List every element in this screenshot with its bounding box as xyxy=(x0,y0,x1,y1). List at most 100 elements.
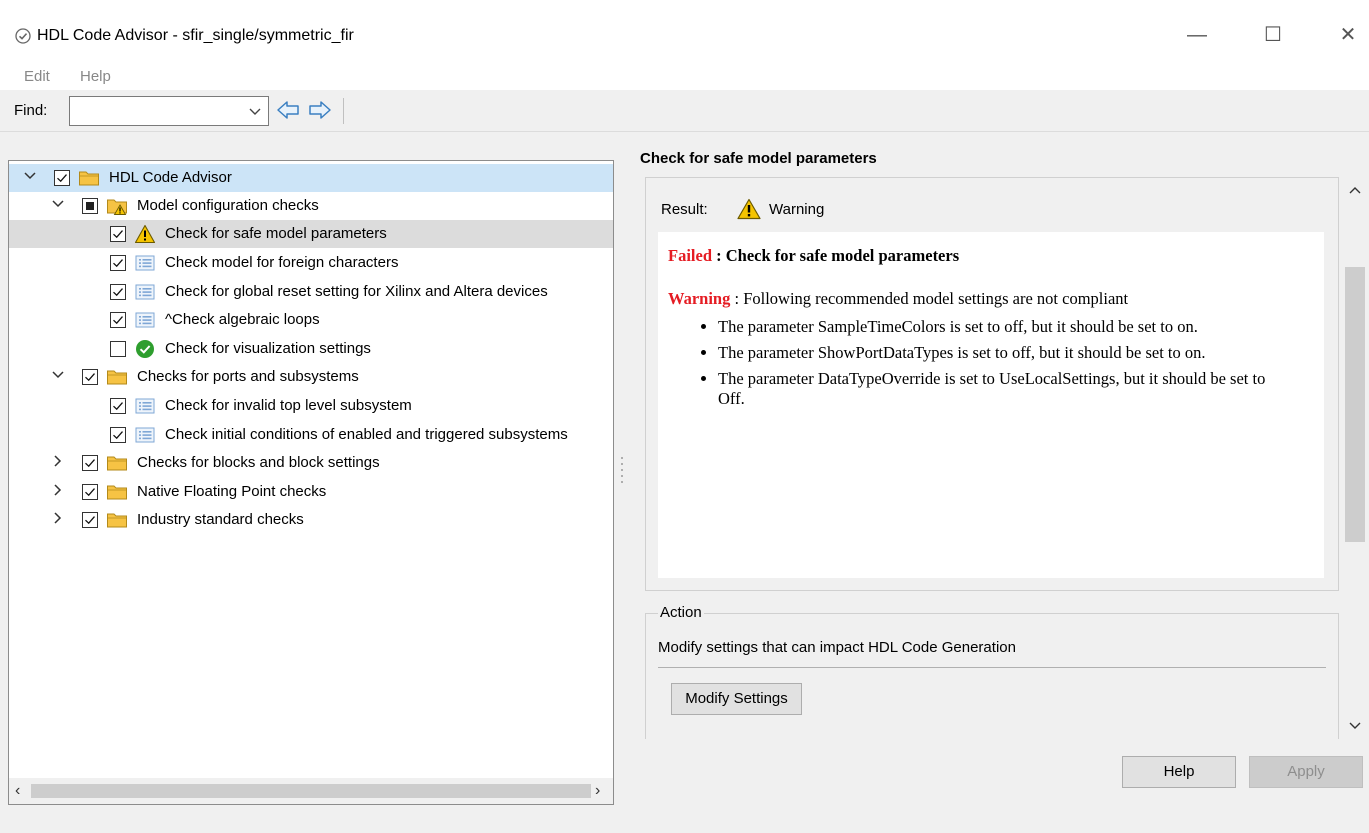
tree-label: ^Check algebraic loops xyxy=(165,311,320,328)
maximize-button[interactable]: ☐ xyxy=(1253,20,1293,50)
tree-checkbox[interactable] xyxy=(110,312,126,328)
action-group xyxy=(645,613,1339,739)
result-value: Warning xyxy=(769,201,825,218)
tree-row[interactable]: Native Floating Point checks xyxy=(9,478,613,506)
tree-checkbox[interactable] xyxy=(110,226,126,242)
check-tree-panel: HDL Code Advisor Model configuration chec… xyxy=(8,160,614,805)
forward-arrow-icon[interactable] xyxy=(307,98,333,122)
check-doc-icon xyxy=(134,396,156,416)
tree-checkbox[interactable] xyxy=(82,198,98,214)
folder-icon xyxy=(106,453,128,473)
action-divider xyxy=(658,667,1326,668)
tree-checkbox[interactable] xyxy=(82,484,98,500)
chevron-right-icon[interactable] xyxy=(51,454,65,468)
tree-row[interactable]: Check for global reset setting for Xilin… xyxy=(9,278,613,306)
tree-label: Checks for ports and subsystems xyxy=(137,368,359,385)
menu-help[interactable]: Help xyxy=(80,68,111,85)
folder-icon xyxy=(106,367,128,387)
help-button[interactable]: Help xyxy=(1122,756,1236,788)
check-doc-icon xyxy=(134,310,156,330)
tree-row[interactable]: Check for invalid top level subsystem xyxy=(9,392,613,420)
tree-row[interactable]: Check initial conditions of enabled and … xyxy=(9,421,613,449)
chevron-down-icon[interactable] xyxy=(51,368,65,382)
check-tree: HDL Code Advisor Model configuration chec… xyxy=(9,161,613,778)
tree-row[interactable]: Check model for foreign characters xyxy=(9,249,613,277)
tree-label: Check initial conditions of enabled and … xyxy=(165,426,568,443)
app-icon xyxy=(15,28,31,44)
find-label: Find: xyxy=(14,102,48,119)
warning-label: Warning xyxy=(668,289,731,308)
chevron-right-icon[interactable] xyxy=(51,483,65,497)
failed-text: : Check for safe model parameters xyxy=(712,246,960,265)
tree-row[interactable]: Check for visualization settings xyxy=(9,335,613,363)
window-title: HDL Code Advisor - sfir_single/symmetric… xyxy=(37,27,354,44)
chevron-down-icon[interactable] xyxy=(51,197,65,211)
tree-row[interactable]: ^Check algebraic loops xyxy=(9,306,613,334)
tree-row[interactable]: Checks for blocks and block settings xyxy=(9,449,613,477)
folder-icon xyxy=(78,168,100,188)
modify-settings-button[interactable]: Modify Settings xyxy=(671,683,802,715)
folder-icon xyxy=(106,482,128,502)
tree-checkbox[interactable] xyxy=(82,512,98,528)
tree-checkbox[interactable] xyxy=(82,369,98,385)
title-bar: HDL Code Advisor - sfir_single/symmetric… xyxy=(0,0,1369,66)
tree-row[interactable]: HDL Code Advisor xyxy=(9,164,613,192)
list-item: The parameter ShowPortDataTypes is set t… xyxy=(718,343,1268,363)
tree-checkbox[interactable] xyxy=(110,427,126,443)
vertical-scrollbar[interactable] xyxy=(1341,177,1369,739)
tree-label: Industry standard checks xyxy=(137,511,304,528)
tree-row[interactable]: Checks for ports and subsystems xyxy=(9,363,613,391)
warning-icon xyxy=(737,198,761,220)
chevron-down-icon[interactable] xyxy=(248,101,262,121)
chevron-right-icon[interactable] xyxy=(51,511,65,525)
tree-label: Model configuration checks xyxy=(137,197,319,214)
tree-checkbox[interactable] xyxy=(110,398,126,414)
tree-row[interactable]: Check for safe model parameters xyxy=(9,220,613,248)
result-label: Result: xyxy=(661,201,708,218)
back-arrow-icon[interactable] xyxy=(275,98,301,122)
warning-line: Warning : Following recommended model se… xyxy=(668,289,1128,309)
menu-bar: Edit Help xyxy=(0,66,1369,90)
tree-label: Check model for foreign characters xyxy=(165,254,399,271)
list-item: The parameter SampleTimeColors is set to… xyxy=(718,317,1268,337)
apply-button[interactable]: Apply xyxy=(1249,756,1363,788)
toolbar: Find: xyxy=(0,90,1369,132)
minimize-button[interactable]: — xyxy=(1177,20,1217,50)
tree-row[interactable]: Model configuration checks xyxy=(9,192,613,220)
find-combobox[interactable] xyxy=(69,96,269,126)
check-doc-icon xyxy=(134,425,156,445)
tree-label: HDL Code Advisor xyxy=(109,169,232,186)
failed-label: Failed xyxy=(668,246,712,265)
check-doc-icon xyxy=(134,282,156,302)
tree-label: Check for invalid top level subsystem xyxy=(165,397,412,414)
horizontal-scrollbar[interactable]: ‹ › xyxy=(9,778,613,804)
tree-label: Checks for blocks and block settings xyxy=(137,454,380,471)
folder-icon xyxy=(106,510,128,530)
tree-checkbox[interactable] xyxy=(110,341,126,357)
folder-warning-icon xyxy=(106,196,128,216)
tree-checkbox[interactable] xyxy=(82,455,98,471)
splitter-handle[interactable] xyxy=(620,455,624,485)
scroll-down-icon[interactable] xyxy=(1349,721,1361,731)
tree-checkbox[interactable] xyxy=(110,284,126,300)
chevron-down-icon[interactable] xyxy=(23,169,37,183)
tree-label: Check for visualization settings xyxy=(165,340,371,357)
warning-text: : Following recommended model settings a… xyxy=(730,289,1129,308)
failed-line: Failed : Check for safe model parameters xyxy=(668,246,959,266)
scroll-right-icon[interactable]: › xyxy=(595,782,600,800)
scroll-up-icon[interactable] xyxy=(1349,185,1361,195)
report-content: Failed : Check for safe model parameters… xyxy=(658,232,1324,578)
warning-icon xyxy=(134,224,156,244)
tree-row[interactable]: Industry standard checks xyxy=(9,506,613,534)
toolbar-separator xyxy=(343,98,344,124)
tree-checkbox[interactable] xyxy=(54,170,70,186)
tree-checkbox[interactable] xyxy=(110,255,126,271)
menu-edit[interactable]: Edit xyxy=(24,68,50,85)
close-button[interactable]: ✕ xyxy=(1328,20,1368,50)
vertical-scroll-thumb[interactable] xyxy=(1345,267,1365,542)
action-description: Modify settings that can impact HDL Code… xyxy=(658,639,1016,656)
noncompliant-list: The parameter SampleTimeColors is set to… xyxy=(668,317,1268,415)
scroll-left-icon[interactable]: ‹ xyxy=(15,782,20,800)
horizontal-scroll-thumb[interactable] xyxy=(31,784,591,798)
pass-icon xyxy=(134,339,156,359)
